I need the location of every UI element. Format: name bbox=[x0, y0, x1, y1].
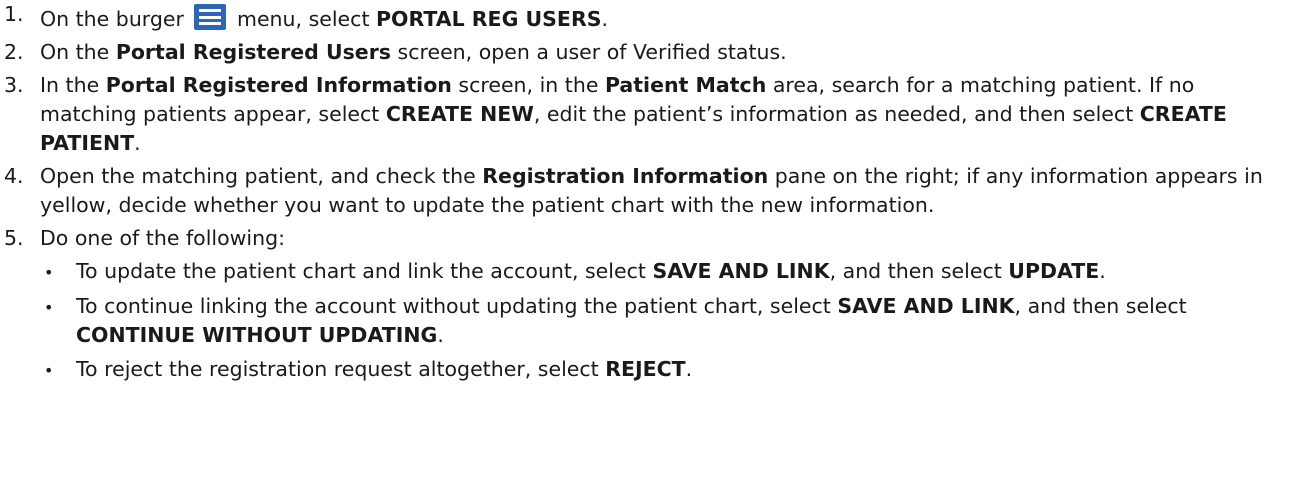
step-text: Open the matching patient, and check the… bbox=[40, 162, 1284, 220]
text-run: , and then select bbox=[829, 259, 1009, 283]
step-number: 2. bbox=[4, 40, 24, 64]
text-run: . bbox=[685, 357, 693, 381]
step-number: 3. bbox=[4, 73, 24, 97]
ui-term-portal-registered-users: Portal Registered Users bbox=[115, 40, 392, 64]
instruction-document: 1. On the burger menu, select PORTAL REG… bbox=[0, 0, 1314, 390]
list-item-text: To reject the registration request altog… bbox=[76, 355, 692, 385]
step-text: On the burger menu, select PORTAL REG US… bbox=[40, 0, 1284, 38]
list-item: To continue linking the account without … bbox=[40, 292, 1284, 350]
ui-term-reject: REJECT bbox=[605, 357, 686, 381]
text-run: , and then select bbox=[1014, 294, 1187, 318]
step-number: 1. bbox=[4, 2, 24, 26]
step-4: 4. Open the matching patient, and check … bbox=[2, 162, 1284, 220]
step-text: Do one of the following: To update the p… bbox=[40, 224, 1284, 390]
text-run: . bbox=[134, 131, 141, 155]
text-run: To continue linking the account without … bbox=[76, 294, 838, 318]
step-text: On the Portal Registered Users screen, o… bbox=[40, 38, 1284, 67]
text-run: . bbox=[601, 7, 609, 31]
text-run: . bbox=[1099, 259, 1106, 283]
ui-term-portal-registered-information: Portal Registered Information bbox=[105, 73, 452, 97]
step-3: 3. In the Portal Registered Information … bbox=[2, 71, 1284, 158]
ui-term-registration-information: Registration Information bbox=[482, 164, 769, 188]
step-2: 2. On the Portal Registered Users screen… bbox=[2, 38, 1284, 67]
burger-menu-icon bbox=[194, 4, 227, 30]
bullet-icon bbox=[40, 257, 76, 287]
text-run: Do one of the following: bbox=[40, 226, 286, 250]
text-run: On the bbox=[40, 40, 116, 64]
step-number: 4. bbox=[4, 164, 24, 188]
bullet-icon bbox=[40, 292, 76, 350]
ui-term-save-and-link: SAVE AND LINK bbox=[652, 259, 830, 283]
ui-term-update: UPDATE bbox=[1008, 259, 1100, 283]
step-text: In the Portal Registered Information scr… bbox=[40, 71, 1284, 158]
list-item: To reject the registration request altog… bbox=[40, 355, 1284, 385]
text-run: , edit the patient’s information as need… bbox=[533, 102, 1140, 126]
text-run: screen, open a user of Verified status. bbox=[391, 40, 787, 64]
text-run: In the bbox=[40, 73, 106, 97]
text-run: . bbox=[437, 323, 444, 347]
ui-term-portal-reg-users: PORTAL REG USERS bbox=[376, 7, 602, 31]
steps-list: 1. On the burger menu, select PORTAL REG… bbox=[2, 0, 1284, 390]
list-item-text: To update the patient chart and link the… bbox=[76, 257, 1106, 287]
text-run: Open the matching patient, and check the bbox=[40, 164, 483, 188]
options-list: To update the patient chart and link the… bbox=[40, 257, 1284, 385]
text-run: To reject the registration request altog… bbox=[76, 357, 606, 381]
text-run: screen, in the bbox=[451, 73, 605, 97]
text-run: On the burger bbox=[40, 7, 191, 31]
step-1: 1. On the burger menu, select PORTAL REG… bbox=[2, 0, 1284, 38]
text-run: menu, select bbox=[230, 7, 376, 31]
step-number: 5. bbox=[4, 226, 24, 250]
list-item: To update the patient chart and link the… bbox=[40, 257, 1284, 287]
ui-term-create-new: CREATE NEW bbox=[385, 102, 534, 126]
list-item-text: To continue linking the account without … bbox=[76, 292, 1284, 350]
ui-term-patient-match: Patient Match bbox=[604, 73, 767, 97]
step-5: 5. Do one of the following: To update th… bbox=[2, 224, 1284, 390]
bullet-icon bbox=[40, 355, 76, 385]
ui-term-save-and-link: SAVE AND LINK bbox=[837, 294, 1015, 318]
ui-term-continue-without-updating: CONTINUE WITHOUT UPDATING bbox=[76, 323, 438, 347]
text-run: To update the patient chart and link the… bbox=[76, 259, 653, 283]
